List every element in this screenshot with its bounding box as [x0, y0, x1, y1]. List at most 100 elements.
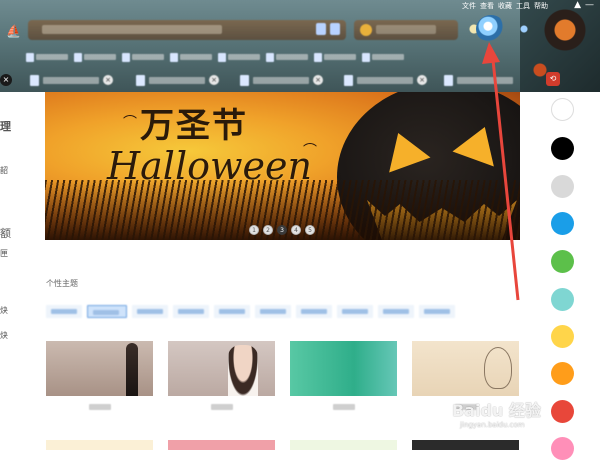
bookmark-item[interactable] [266, 52, 308, 62]
page-icon [362, 52, 370, 62]
browser-tab[interactable]: × [240, 70, 340, 90]
color-swatch[interactable] [551, 212, 574, 235]
search-input[interactable] [376, 25, 436, 34]
tab-close-icon[interactable]: × [417, 75, 427, 85]
address-bar[interactable] [28, 20, 346, 40]
skin-icon[interactable] [476, 15, 506, 43]
restore-tab-icon[interactable]: ⟲ [546, 72, 560, 86]
menu-item-tools[interactable]: 工具 [516, 1, 530, 11]
tab-close-icon[interactable]: × [209, 75, 219, 85]
theme-category-tab[interactable] [296, 305, 332, 318]
color-swatch[interactable] [551, 137, 574, 160]
color-swatch[interactable] [551, 98, 574, 121]
page-icon [26, 52, 34, 62]
browser-tab[interactable]: × [344, 70, 444, 90]
carousel-dot-active[interactable]: 3 [277, 225, 287, 235]
banner-title-en: Halloween [107, 144, 312, 188]
window-controls: ▲ — [574, 0, 594, 10]
browser-tab[interactable]: × [30, 70, 130, 90]
page-icon [240, 74, 249, 86]
sidebar-fragment: 炔 [0, 331, 8, 340]
bookmark-item[interactable] [314, 52, 356, 62]
theme-label [290, 404, 397, 410]
carousel-dots: 1 2 3 4 5 [249, 225, 315, 235]
menu-item-favorites[interactable]: 收藏 [498, 1, 512, 11]
bookmark-item[interactable] [362, 52, 404, 62]
browser-chrome: 文件 查看 收藏 工具 帮助 ▲ — ⛵ × × × × × ⟲ [0, 0, 600, 92]
skin-toggle-icon[interactable]: ▲ [574, 0, 581, 10]
theme-thumbnail[interactable] [412, 440, 519, 450]
theme-category-tab[interactable] [337, 305, 373, 318]
theme-thumbnail[interactable] [168, 341, 275, 396]
page-icon [74, 52, 82, 62]
bookmark-item[interactable] [26, 52, 68, 62]
carousel-dot[interactable]: 5 [305, 225, 315, 235]
bookmarks-bar [26, 50, 404, 64]
page-icon [314, 52, 322, 62]
menu-item-view[interactable]: 查看 [480, 1, 494, 11]
menu-item-help[interactable]: 帮助 [534, 1, 548, 11]
theme-thumbnail[interactable] [46, 440, 153, 450]
theme-category-tab[interactable] [378, 305, 414, 318]
color-swatch[interactable] [551, 362, 574, 385]
color-swatch[interactable] [551, 288, 574, 311]
refresh-icon[interactable] [330, 23, 340, 35]
carousel-dot[interactable]: 1 [249, 225, 259, 235]
theme-category-tab[interactable] [419, 305, 455, 318]
theme-thumbnail[interactable] [290, 341, 397, 396]
bat-icon: ⌒ [123, 115, 137, 131]
color-swatch[interactable] [551, 325, 574, 348]
model-figure [228, 345, 258, 396]
bookmark-item[interactable] [74, 52, 116, 62]
page-icon [30, 74, 39, 86]
theme-thumbnail[interactable] [412, 341, 519, 396]
tab-close-icon[interactable]: × [103, 75, 113, 85]
color-swatch[interactable] [551, 437, 574, 460]
address-icons [316, 23, 340, 35]
theme-category-tab[interactable] [46, 305, 82, 318]
theme-category-tab[interactable] [132, 305, 168, 318]
theme-category-tab[interactable] [255, 305, 291, 318]
sidebar-fragment: 匣 [0, 249, 8, 258]
bookmark-item[interactable] [218, 52, 260, 62]
sketch-figure [484, 347, 512, 389]
tab-close-icon[interactable]: × [313, 75, 323, 85]
browser-tab[interactable]: × [136, 70, 236, 90]
sidebar-fragment: 韶 [0, 166, 8, 175]
menu-item-file[interactable]: 文件 [462, 1, 476, 11]
bookmark-item[interactable] [170, 52, 212, 62]
pumpkin-eye [452, 119, 506, 167]
theme-category-tab[interactable] [173, 305, 209, 318]
section-title: 个性主题 [46, 279, 78, 288]
halloween-banner[interactable]: ⌒ ⌒ 万圣节 Halloween [45, 92, 520, 240]
search-engine-icon[interactable] [360, 24, 372, 36]
theme-thumbnail[interactable] [46, 341, 153, 396]
page-icon [136, 74, 145, 86]
theme-category-tab[interactable] [214, 305, 250, 318]
extension-icon[interactable] [514, 18, 534, 40]
page-icon [444, 74, 453, 86]
watermark-url: jingyan.baidu.com [460, 421, 525, 429]
carousel-dot[interactable]: 2 [263, 225, 273, 235]
theme-thumbnail[interactable] [290, 440, 397, 450]
color-swatch[interactable] [551, 175, 574, 198]
pumpkin-eye [377, 125, 431, 173]
sidebar-fragment: 理 [0, 120, 11, 133]
carousel-dot[interactable]: 4 [291, 225, 301, 235]
minimize-button[interactable]: — [585, 0, 594, 10]
theme-thumbnail[interactable] [168, 440, 275, 450]
address-text [42, 25, 222, 34]
sidebar-fragment: 炔 [0, 306, 8, 315]
close-all-tabs-button[interactable]: × [0, 74, 12, 86]
page-icon [344, 74, 353, 86]
theme-category-tab-active[interactable] [87, 305, 127, 318]
favorite-icon[interactable] [316, 23, 326, 35]
model-figure [126, 343, 138, 396]
theme-label [46, 404, 153, 410]
color-swatch[interactable] [551, 250, 574, 273]
page-icon [122, 52, 130, 62]
bookmark-item[interactable] [122, 52, 164, 62]
browser-tab[interactable] [444, 70, 544, 90]
home-icon[interactable]: ⛵ [6, 24, 21, 38]
search-box[interactable] [354, 20, 458, 40]
